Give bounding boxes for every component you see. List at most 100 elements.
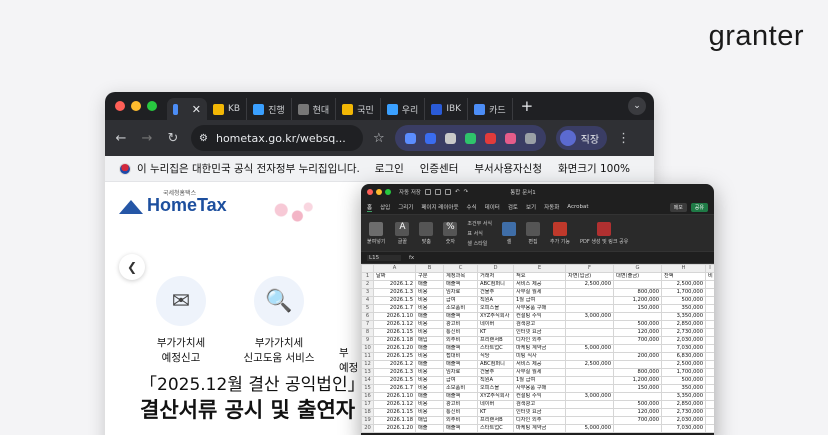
cell[interactable] xyxy=(705,336,714,345)
cell[interactable]: 비용 xyxy=(415,400,444,409)
cell[interactable]: 2026.1.12 xyxy=(373,320,416,329)
column-header[interactable]: B xyxy=(415,264,444,273)
row-number[interactable]: 2 xyxy=(361,280,374,289)
ribbon-tab-review[interactable]: 검토 xyxy=(508,203,518,211)
cell[interactable]: 1,700,000 xyxy=(661,288,706,297)
bookmark-star-icon[interactable]: ☆ xyxy=(373,131,385,146)
close-window-button[interactable] xyxy=(115,101,125,111)
cell[interactable]: 500,000 xyxy=(613,400,662,409)
cell[interactable]: 매출 xyxy=(415,280,444,289)
cell[interactable]: 매출 xyxy=(415,392,444,401)
row-number[interactable]: 5 xyxy=(361,304,374,313)
cell[interactable]: 스타트업C xyxy=(477,344,514,353)
cell[interactable]: 매출액 xyxy=(443,424,478,433)
cell[interactable]: 2,850,000 xyxy=(661,320,706,329)
cell[interactable]: 계정과목 xyxy=(443,272,478,281)
cell[interactable] xyxy=(705,352,714,361)
cell[interactable]: 소모품비 xyxy=(443,384,478,393)
cert-center-link[interactable]: 인증센터 xyxy=(420,161,459,176)
cell[interactable] xyxy=(565,408,614,417)
cell[interactable] xyxy=(613,360,662,369)
cell[interactable]: 통신비 xyxy=(443,328,478,337)
cell[interactable]: 2,030,000 xyxy=(661,416,706,425)
cell[interactable]: 디자인 외주 xyxy=(513,416,566,425)
cell[interactable]: 비용 xyxy=(415,288,444,297)
cell[interactable] xyxy=(613,424,662,433)
tab-search-chevron-icon[interactable]: ⌄ xyxy=(628,97,646,115)
cell[interactable]: 외주비 xyxy=(443,416,478,425)
row-number[interactable]: 15 xyxy=(361,384,374,393)
cell[interactable]: 3,000,000 xyxy=(565,312,614,321)
cell[interactable] xyxy=(705,288,714,297)
cell[interactable]: ABC컴퍼니 xyxy=(477,360,514,369)
format-table-button[interactable]: 표 서식 xyxy=(467,230,492,237)
service-item-vat-prelim[interactable]: ✉ 부가가치세 예정신고 xyxy=(126,276,236,366)
row-number[interactable]: 6 xyxy=(361,312,374,321)
excel-close-button[interactable] xyxy=(367,189,373,195)
cell[interactable]: 컨설팅 수익 xyxy=(513,312,566,321)
cell[interactable] xyxy=(705,320,714,329)
cell[interactable]: 2,500,000 xyxy=(565,360,614,369)
cell[interactable]: 프리랜서B xyxy=(477,336,514,345)
cell[interactable]: 인터넷 요금 xyxy=(513,408,566,417)
name-box[interactable]: L15 xyxy=(367,254,401,261)
align-button[interactable]: 맞춤 xyxy=(419,221,434,245)
row-number[interactable]: 8 xyxy=(361,328,374,337)
cell[interactable]: 거래처 xyxy=(477,272,514,281)
cell[interactable] xyxy=(565,376,614,385)
cell[interactable]: 급여 xyxy=(443,296,478,305)
save-icon[interactable] xyxy=(435,189,441,195)
row-number[interactable]: 20 xyxy=(361,424,374,433)
cell[interactable]: 150,000 xyxy=(613,304,662,313)
cell[interactable] xyxy=(565,336,614,345)
row-number[interactable]: 10 xyxy=(361,344,374,353)
cell[interactable]: 광고비 xyxy=(443,400,478,409)
row-number[interactable]: 17 xyxy=(361,400,374,409)
cell[interactable]: 2,850,000 xyxy=(661,400,706,409)
tab-close-icon[interactable]: ✕ xyxy=(192,103,201,116)
address-bar[interactable]: ⚙ hometax.go.kr/websq... xyxy=(191,125,363,151)
cell[interactable]: 비용 xyxy=(415,296,444,305)
cell[interactable]: 오피스몰 xyxy=(477,384,514,393)
cell[interactable]: 외주비 xyxy=(443,336,478,345)
excel-minimize-button[interactable] xyxy=(376,189,382,195)
cell[interactable]: 6,830,000 xyxy=(661,352,706,361)
share-button[interactable]: 공유 xyxy=(690,202,708,212)
cell[interactable]: 급여 xyxy=(443,376,478,385)
cell[interactable] xyxy=(705,368,714,377)
cell[interactable]: 비용 xyxy=(415,320,444,329)
cell[interactable] xyxy=(705,312,714,321)
cell[interactable]: 2026.1.7 xyxy=(373,304,416,313)
row-number[interactable]: 13 xyxy=(361,368,374,377)
browser-tab[interactable]: IBK xyxy=(425,98,469,120)
cell[interactable]: 2026.1.12 xyxy=(373,400,416,409)
cell[interactable] xyxy=(705,296,714,305)
cell[interactable]: 임차료 xyxy=(443,368,478,377)
column-header[interactable]: D xyxy=(477,264,514,273)
cell[interactable]: 매출액 xyxy=(443,344,478,353)
row-number[interactable]: 1 xyxy=(361,272,374,281)
pdf-button[interactable]: PDF 생성 및 링크 공유 xyxy=(580,221,628,245)
row-number[interactable]: 14 xyxy=(361,376,374,385)
cell[interactable]: 매출 xyxy=(415,424,444,433)
cell[interactable]: 120,000 xyxy=(613,328,662,337)
edit-button[interactable]: 편집 xyxy=(526,221,540,245)
cell[interactable]: 2026.1.10 xyxy=(373,312,416,321)
cell[interactable]: 350,000 xyxy=(661,384,706,393)
cell[interactable]: 마케팅 계약금 xyxy=(513,344,566,353)
font-button[interactable]: A 글꼴 xyxy=(395,221,410,245)
cell[interactable]: 3,350,000 xyxy=(661,312,706,321)
cell[interactable]: 2,500,000 xyxy=(661,280,706,289)
cell[interactable]: 3,000,000 xyxy=(565,392,614,401)
conditional-format-button[interactable]: 조건부 서식 xyxy=(467,220,492,227)
cell[interactable] xyxy=(705,376,714,385)
cell[interactable]: XYZ주식회사 xyxy=(477,312,514,321)
ribbon-tab-automate[interactable]: 자동화 xyxy=(544,203,559,211)
camera-extension-icon[interactable] xyxy=(444,132,456,144)
cell[interactable]: 800,000 xyxy=(613,368,662,377)
profile-button[interactable]: 직장 xyxy=(555,126,608,150)
ribbon-tab-home[interactable]: 홈 xyxy=(367,203,373,212)
cell[interactable]: 2,030,000 xyxy=(661,336,706,345)
browser-tab[interactable]: ✕ xyxy=(167,98,207,120)
column-header[interactable]: I xyxy=(705,264,714,273)
